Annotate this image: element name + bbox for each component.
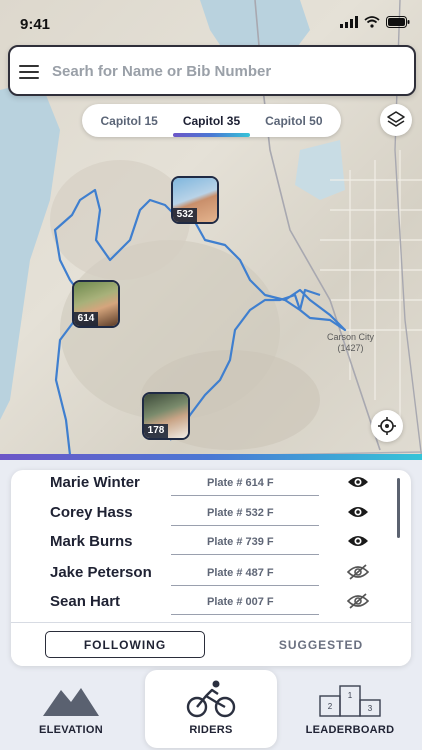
- rider-row[interactable]: Corey Hass Plate # 532 F: [11, 500, 411, 530]
- search-bar[interactable]: Searh for Name or Bib Number: [8, 45, 416, 96]
- eye-icon[interactable]: [347, 474, 369, 490]
- wifi-icon: [364, 16, 380, 28]
- rider-marker[interactable]: 614: [72, 280, 120, 328]
- bottom-nav: ELEVATION RIDERS 2 1 3 LEADERBOARD: [0, 670, 422, 750]
- bib-number: 178: [144, 424, 168, 438]
- rider-plate: Plate # 007 F: [207, 596, 274, 608]
- nav-label: RIDERS: [189, 724, 233, 736]
- status-bar: 9:41: [0, 0, 422, 44]
- status-icons: [340, 16, 410, 28]
- rider-plate: Plate # 532 F: [207, 507, 274, 519]
- tab-following[interactable]: FOLLOWING: [45, 631, 205, 658]
- tab-suggested[interactable]: SUGGESTED: [261, 631, 381, 658]
- bicycle-icon: [186, 680, 236, 718]
- course-selector[interactable]: Capitol 15 Capitol 35 Capitol 50: [82, 104, 341, 137]
- battery-icon: [386, 16, 410, 28]
- layers-button[interactable]: [380, 104, 412, 136]
- crosshair-icon: [378, 417, 396, 435]
- menu-icon[interactable]: [19, 65, 39, 79]
- riders-card: Marie Winter Plate # 614 F Corey Hass Pl…: [11, 470, 411, 666]
- rider-marker[interactable]: 178: [142, 392, 190, 440]
- rider-row[interactable]: Marie Winter Plate # 614 F: [11, 470, 411, 500]
- eye-off-icon[interactable]: [347, 593, 369, 609]
- rider-name: Corey Hass: [50, 504, 133, 521]
- segment-capitol-50[interactable]: Capitol 50: [261, 114, 326, 128]
- nav-label: ELEVATION: [38, 724, 104, 736]
- segment-capitol-35[interactable]: Capitol 35: [172, 114, 251, 137]
- locate-button[interactable]: [371, 410, 403, 442]
- mountain-icon: [43, 688, 99, 716]
- podium-icon: 2 1 3: [319, 685, 381, 717]
- scrollbar[interactable]: [397, 478, 400, 538]
- rider-name: Mark Burns: [50, 533, 133, 550]
- rider-name: Jake Peterson: [50, 564, 152, 581]
- rider-row[interactable]: Mark Burns Plate # 739 F: [11, 529, 411, 559]
- svg-text:2: 2: [328, 702, 333, 711]
- nav-leaderboard[interactable]: 2 1 3 LEADERBOARD: [290, 670, 410, 748]
- nav-elevation[interactable]: ELEVATION: [16, 670, 126, 748]
- rider-name: Marie Winter: [50, 474, 140, 491]
- layers-icon: [387, 111, 405, 127]
- rider-plate: Plate # 487 F: [207, 567, 274, 579]
- city-name: Carson City: [327, 332, 375, 342]
- signal-icon: [340, 16, 358, 28]
- eye-icon[interactable]: [347, 504, 369, 520]
- rider-name: Sean Hart: [50, 593, 121, 610]
- rider-plate: Plate # 614 F: [207, 477, 274, 489]
- nav-riders[interactable]: RIDERS: [145, 670, 277, 748]
- search-input[interactable]: Searh for Name or Bib Number: [52, 63, 271, 80]
- svg-text:3: 3: [368, 704, 373, 713]
- segment-capitol-15[interactable]: Capitol 15: [96, 114, 161, 128]
- city-label: Carson City (1427): [327, 332, 374, 354]
- bib-number: 532: [173, 208, 197, 222]
- bib-number: 614: [74, 312, 98, 326]
- city-elevation: (1427): [337, 343, 364, 353]
- eye-icon[interactable]: [347, 533, 369, 549]
- rider-row[interactable]: Jake Peterson Plate # 487 F: [11, 560, 411, 590]
- rider-marker[interactable]: 532: [171, 176, 219, 224]
- rider-row[interactable]: Sean Hart Plate # 007 F: [11, 589, 411, 619]
- rider-plate: Plate # 739 F: [207, 536, 274, 548]
- status-time: 9:41: [20, 16, 51, 33]
- list-tabs: FOLLOWING SUGGESTED: [11, 622, 411, 666]
- eye-off-icon[interactable]: [347, 564, 369, 580]
- nav-label: LEADERBOARD: [305, 724, 395, 736]
- svg-text:1: 1: [348, 691, 353, 700]
